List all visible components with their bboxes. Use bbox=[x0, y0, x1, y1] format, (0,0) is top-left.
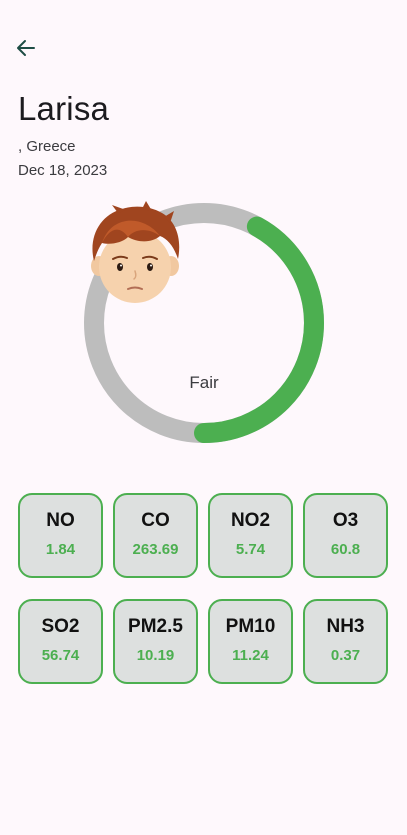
boy-face-icon bbox=[91, 201, 180, 303]
pollutant-value: 10.19 bbox=[136, 646, 175, 664]
pollutant-name: PM10 bbox=[225, 615, 276, 637]
pollutant-name: SO2 bbox=[41, 615, 80, 637]
pollutant-card-no[interactable]: NO 1.84 bbox=[18, 493, 103, 578]
pollutant-name: NH3 bbox=[326, 615, 365, 637]
pollutant-card-no2[interactable]: NO2 5.74 bbox=[208, 493, 293, 578]
pollutant-name: NO2 bbox=[230, 509, 271, 531]
back-button[interactable] bbox=[12, 34, 40, 62]
location-subtitle: , Greece bbox=[18, 138, 76, 155]
pollutant-card-co[interactable]: CO 263.69 bbox=[113, 493, 198, 578]
pollutant-card-pm25[interactable]: PM2.5 10.19 bbox=[113, 599, 198, 684]
pollutant-card-pm10[interactable]: PM10 11.24 bbox=[208, 599, 293, 684]
pollutant-value: 11.24 bbox=[232, 646, 269, 664]
pollutant-card-so2[interactable]: SO2 56.74 bbox=[18, 599, 103, 684]
pollutant-value: 263.69 bbox=[132, 540, 179, 558]
pollutant-value: 60.8 bbox=[330, 540, 361, 558]
arrow-left-icon bbox=[17, 40, 35, 56]
pollutant-name: PM2.5 bbox=[128, 615, 183, 637]
aqi-gauge: Fair bbox=[82, 201, 326, 445]
pollutant-name: NO bbox=[46, 509, 75, 531]
pollutant-card-o3[interactable]: O3 60.8 bbox=[303, 493, 388, 578]
pollutant-name: O3 bbox=[332, 509, 359, 531]
pollutant-value: 1.84 bbox=[45, 540, 76, 558]
city-title: Larisa bbox=[18, 90, 110, 127]
aqi-status-label: Fair bbox=[189, 373, 219, 392]
pollutant-value: 5.74 bbox=[235, 540, 266, 558]
pollutant-value: 56.74 bbox=[41, 646, 80, 664]
pollutant-card-nh3[interactable]: NH3 0.37 bbox=[303, 599, 388, 684]
pollutant-grid: NO 1.84 CO 263.69 NO2 5.74 O3 60.8 SO2 5… bbox=[18, 493, 389, 684]
date-label: Dec 18, 2023 bbox=[18, 162, 108, 179]
pollutant-value: 0.37 bbox=[330, 646, 361, 664]
pollutant-name: CO bbox=[141, 509, 170, 531]
